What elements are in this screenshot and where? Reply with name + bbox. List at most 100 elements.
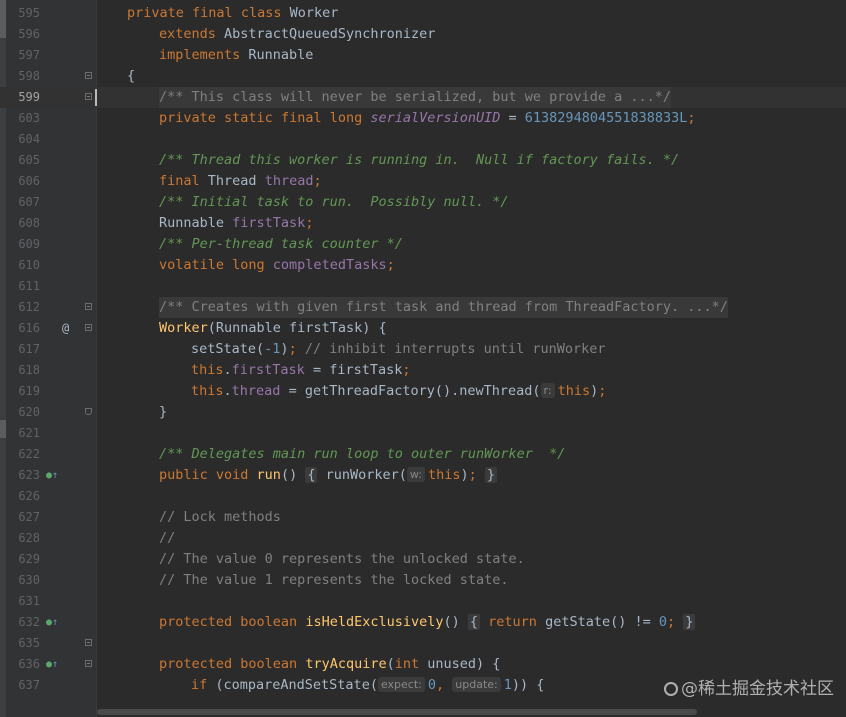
fold-toggle-icon[interactable] — [85, 639, 92, 646]
code-line[interactable]: 608 Runnable firstTask; — [0, 213, 846, 234]
line-number[interactable]: 619 — [6, 381, 40, 402]
code-text[interactable]: this.firstTask = firstTask; — [191, 360, 411, 381]
code-line[interactable]: 627 // Lock methods — [0, 507, 846, 528]
override-method-icon[interactable]: ●↑ — [46, 465, 58, 486]
override-method-icon[interactable]: ●↑ — [46, 612, 58, 633]
code-line[interactable]: 631 — [0, 591, 846, 612]
code-line[interactable]: 628 // — [0, 528, 846, 549]
line-number[interactable]: 629 — [6, 549, 40, 570]
code-text[interactable]: implements Runnable — [159, 45, 313, 66]
line-number[interactable]: 617 — [6, 339, 40, 360]
line-number[interactable]: 609 — [6, 234, 40, 255]
code-text[interactable]: setState(-1); // inhibit interrupts unti… — [191, 339, 606, 360]
line-number[interactable]: 623 — [6, 465, 40, 486]
code-line[interactable]: 619 this.thread = getThreadFactory().newT… — [0, 381, 846, 402]
line-number[interactable]: 627 — [6, 507, 40, 528]
override-method-icon[interactable]: ●↑ — [46, 654, 58, 675]
code-line[interactable]: 605 /** Thread this worker is running in.… — [0, 150, 846, 171]
fold-toggle-icon[interactable] — [85, 93, 92, 100]
code-text[interactable]: /** Initial task to run. Possibly null. … — [159, 192, 509, 213]
line-number[interactable]: 637 — [6, 675, 40, 696]
code-line[interactable]: 610 volatile long completedTasks; — [0, 255, 846, 276]
code-line[interactable]: 611 — [0, 276, 846, 297]
line-number[interactable]: 620 — [6, 402, 40, 423]
code-line[interactable]: 620} — [0, 402, 846, 423]
horizontal-scrollbar[interactable] — [97, 707, 846, 717]
line-number[interactable]: 628 — [6, 528, 40, 549]
fold-toggle-icon[interactable] — [85, 303, 92, 310]
code-line[interactable]: 603 private static final long serialVersi… — [0, 108, 846, 129]
line-number[interactable]: 626 — [6, 486, 40, 507]
code-line[interactable]: 623 ●↑ public void run() { runWorker(w: thi… — [0, 465, 846, 486]
line-number[interactable]: 611 — [6, 276, 40, 297]
code-text[interactable]: this.thread = getThreadFactory().newThre… — [191, 381, 606, 402]
code-text[interactable]: // — [159, 528, 175, 549]
line-number[interactable]: 605 — [6, 150, 40, 171]
code-line[interactable]: 607 /** Initial task to run. Possibly nul… — [0, 192, 846, 213]
line-number[interactable]: 607 — [6, 192, 40, 213]
line-number[interactable]: 608 — [6, 213, 40, 234]
line-number[interactable]: 596 — [6, 24, 40, 45]
code-text[interactable]: protected boolean isHeldExclusively() { … — [159, 612, 696, 633]
code-text[interactable]: } — [159, 402, 167, 423]
line-number[interactable]: 621 — [6, 423, 40, 444]
line-number[interactable]: 598 — [6, 66, 40, 87]
code-line[interactable]: 599 /** This class will never be serializ… — [0, 87, 846, 108]
code-text[interactable]: if (compareAndSetState(expect: 0, update:… — [191, 675, 544, 696]
fold-end-icon[interactable] — [85, 408, 92, 415]
code-text[interactable]: // Lock methods — [159, 507, 281, 528]
code-line[interactable]: 635 — [0, 633, 846, 654]
line-number[interactable]: 630 — [6, 570, 40, 591]
code-text[interactable]: public void run() { runWorker(w: this); } — [159, 465, 498, 486]
code-line[interactable]: 621 — [0, 423, 846, 444]
code-line[interactable]: 612 /** Creates with given first task and… — [0, 297, 846, 318]
fold-toggle-icon[interactable] — [85, 324, 92, 331]
line-number[interactable]: 597 — [6, 45, 40, 66]
code-text[interactable]: { — [127, 66, 135, 87]
code-text[interactable]: private final class Worker — [127, 3, 338, 24]
line-number[interactable]: 632 — [6, 612, 40, 633]
scrollbar-thumb[interactable] — [97, 709, 697, 715]
code-line[interactable]: 622 /** Delegates main run loop to outer … — [0, 444, 846, 465]
code-text[interactable]: /** Thread this worker is running in. Nu… — [159, 150, 679, 171]
code-line[interactable]: 609 /** Per-thread task counter */ — [0, 234, 846, 255]
code-text[interactable]: /** Delegates main run loop to outer run… — [159, 444, 565, 465]
code-text[interactable]: extends AbstractQueuedSynchronizer — [159, 24, 435, 45]
code-line[interactable]: 596 extends AbstractQueuedSynchronizer — [0, 24, 846, 45]
line-number[interactable]: 631 — [6, 591, 40, 612]
code-text[interactable]: final Thread thread; — [159, 171, 322, 192]
code-line[interactable]: 598 { — [0, 66, 846, 87]
line-number[interactable]: 612 — [6, 297, 40, 318]
code-line[interactable]: 630 // The value 1 represents the locked … — [0, 570, 846, 591]
code-text[interactable]: volatile long completedTasks; — [159, 255, 395, 276]
code-line[interactable]: 629 // The value 0 represents the unlocke… — [0, 549, 846, 570]
code-line[interactable]: 606 final Thread thread; — [0, 171, 846, 192]
line-number[interactable]: 636 — [6, 654, 40, 675]
code-line[interactable]: 618 this.firstTask = firstTask; — [0, 360, 846, 381]
code-text[interactable]: Worker(Runnable firstTask) { — [159, 318, 387, 339]
annotation-icon[interactable]: @ — [62, 318, 69, 339]
code-text[interactable]: /** Creates with given first task and th… — [159, 297, 728, 318]
code-text[interactable]: // The value 1 represents the locked sta… — [159, 570, 509, 591]
line-number[interactable]: 610 — [6, 255, 40, 276]
line-number[interactable]: 599 — [6, 87, 40, 108]
code-line[interactable]: 604 — [0, 129, 846, 150]
line-number[interactable]: 635 — [6, 633, 40, 654]
code-line[interactable]: 617 setState(-1); // inhibit interrupts u… — [0, 339, 846, 360]
code-text[interactable]: private static final long serialVersionU… — [159, 108, 696, 129]
code-line[interactable]: 595 private final class Worker — [0, 3, 846, 24]
code-line[interactable]: 632 ●↑ protected boolean isHeldExclusively… — [0, 612, 846, 633]
fold-toggle-icon[interactable] — [85, 72, 92, 79]
code-text[interactable]: Runnable firstTask; — [159, 213, 313, 234]
code-line[interactable]: 626 — [0, 486, 846, 507]
line-number[interactable]: 616 — [6, 318, 40, 339]
fold-toggle-icon[interactable] — [85, 660, 92, 667]
code-text[interactable]: /** Per-thread task counter */ — [159, 234, 403, 255]
line-number[interactable]: 606 — [6, 171, 40, 192]
code-text[interactable]: /** This class will never be serialized,… — [159, 87, 672, 108]
line-number[interactable]: 618 — [6, 360, 40, 381]
line-number[interactable]: 603 — [6, 108, 40, 129]
line-number[interactable]: 622 — [6, 444, 40, 465]
code-editor[interactable]: 595 private final class Worker 596 extends … — [0, 0, 846, 717]
code-line[interactable]: 636 ●↑ protected boolean tryAcquire(int un… — [0, 654, 846, 675]
